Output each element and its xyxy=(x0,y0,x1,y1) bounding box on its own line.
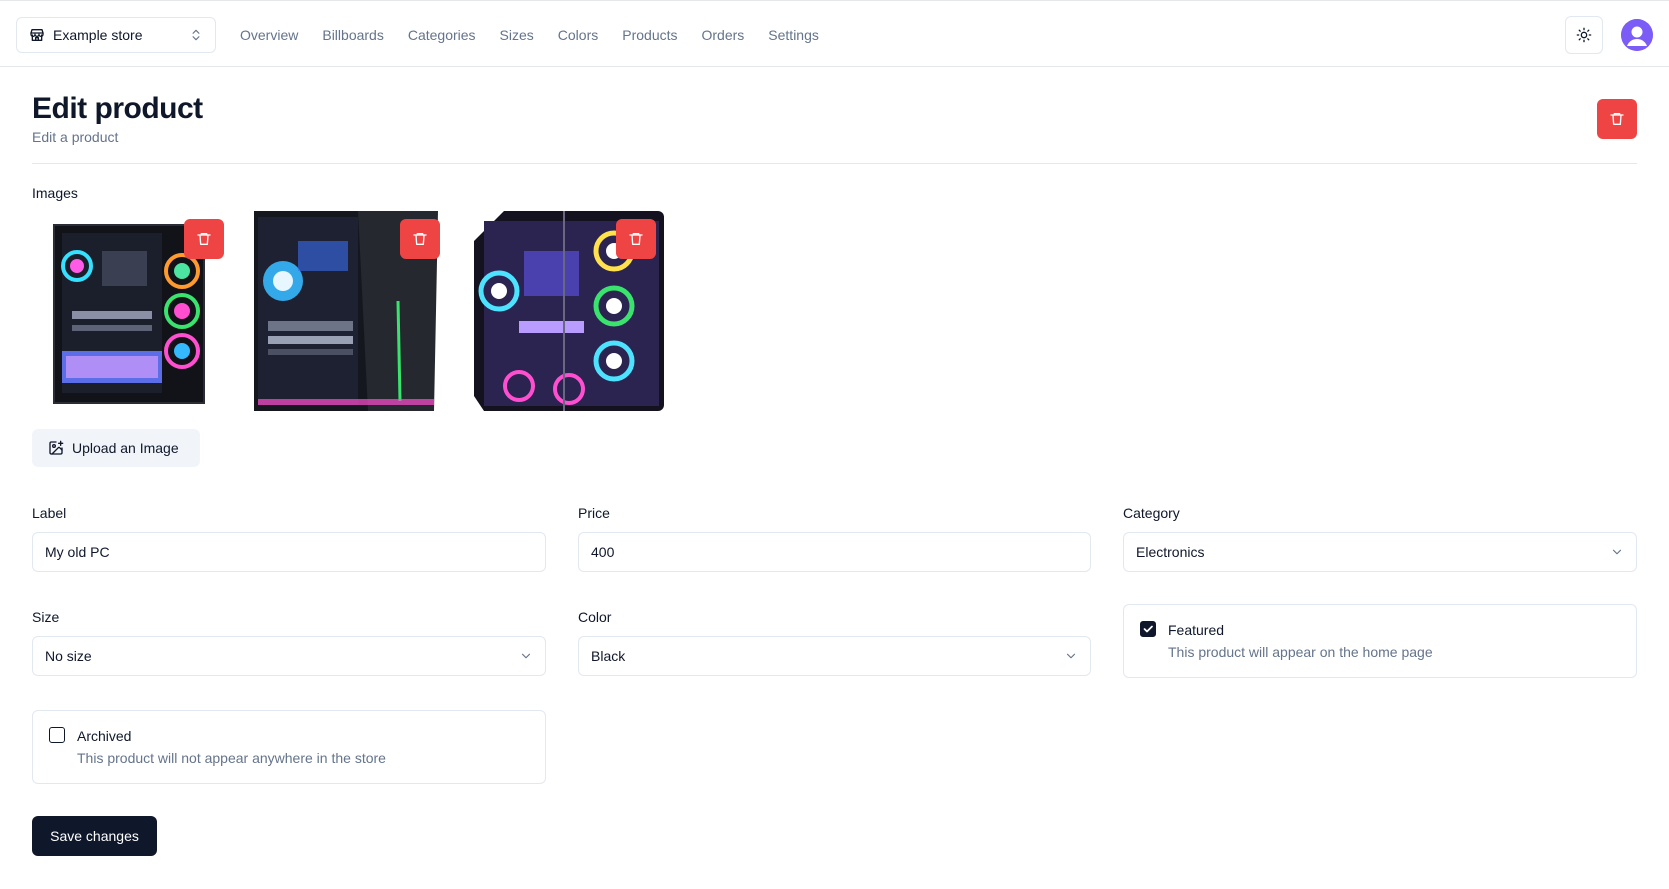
archived-card: Archived This product will not appear an… xyxy=(32,710,546,784)
category-value: Electronics xyxy=(1136,544,1205,560)
archived-checkbox[interactable] xyxy=(49,727,65,743)
page-title: Edit product xyxy=(32,92,203,125)
delete-image-button[interactable] xyxy=(616,219,656,259)
trash-icon xyxy=(412,231,428,247)
archived-description: This product will not appear anywhere in… xyxy=(77,750,386,766)
label-input[interactable] xyxy=(32,532,546,572)
image-plus-icon xyxy=(48,440,64,456)
save-changes-button[interactable]: Save changes xyxy=(32,816,157,856)
nav-settings[interactable]: Settings xyxy=(768,27,819,43)
category-select[interactable]: Electronics xyxy=(1123,532,1637,572)
store-icon xyxy=(29,27,45,43)
delete-image-button[interactable] xyxy=(400,219,440,259)
nav-sizes[interactable]: Sizes xyxy=(500,27,534,43)
delete-image-button[interactable] xyxy=(184,219,224,259)
label-field-label: Label xyxy=(32,505,67,521)
price-field-label: Price xyxy=(578,505,610,521)
size-value: No size xyxy=(45,648,92,664)
main-nav: Overview Billboards Categories Sizes Col… xyxy=(240,1,843,68)
top-navbar: Example store Overview Billboards Catego… xyxy=(0,0,1669,67)
user-avatar[interactable] xyxy=(1621,19,1653,51)
chevron-down-icon xyxy=(1064,649,1078,663)
nav-categories[interactable]: Categories xyxy=(408,27,476,43)
store-switcher[interactable]: Example store xyxy=(16,17,216,53)
check-icon xyxy=(1142,623,1154,635)
color-field-label: Color xyxy=(578,609,612,625)
nav-products[interactable]: Products xyxy=(622,27,677,43)
product-image xyxy=(248,211,448,411)
chevrons-up-down-icon xyxy=(189,28,203,42)
product-image xyxy=(464,211,664,411)
page-subtitle: Edit a product xyxy=(32,129,119,145)
color-value: Black xyxy=(591,648,626,664)
trash-icon xyxy=(1609,111,1625,127)
chevron-down-icon xyxy=(519,649,533,663)
price-input[interactable] xyxy=(578,532,1091,572)
product-image xyxy=(32,211,232,411)
store-name: Example store xyxy=(53,27,143,43)
nav-billboards[interactable]: Billboards xyxy=(322,27,383,43)
chevron-down-icon xyxy=(1610,545,1624,559)
sun-icon xyxy=(1576,27,1592,43)
upload-image-label: Upload an Image xyxy=(72,440,179,456)
upload-image-button[interactable]: Upload an Image xyxy=(32,429,200,467)
trash-icon xyxy=(196,231,212,247)
featured-card: Featured This product will appear on the… xyxy=(1123,604,1637,678)
delete-product-button[interactable] xyxy=(1597,99,1637,139)
featured-description: This product will appear on the home pag… xyxy=(1168,644,1433,660)
archived-title: Archived xyxy=(77,728,132,744)
category-field-label: Category xyxy=(1123,505,1180,521)
header-divider xyxy=(32,163,1637,164)
nav-overview[interactable]: Overview xyxy=(240,27,298,43)
featured-checkbox[interactable] xyxy=(1140,621,1156,637)
images-label: Images xyxy=(32,185,78,201)
trash-icon xyxy=(628,231,644,247)
featured-title: Featured xyxy=(1168,622,1225,638)
size-select[interactable]: No size xyxy=(32,636,546,676)
color-select[interactable]: Black xyxy=(578,636,1091,676)
nav-orders[interactable]: Orders xyxy=(702,27,745,43)
theme-toggle-button[interactable] xyxy=(1565,16,1603,54)
nav-colors[interactable]: Colors xyxy=(558,27,598,43)
size-field-label: Size xyxy=(32,609,60,625)
